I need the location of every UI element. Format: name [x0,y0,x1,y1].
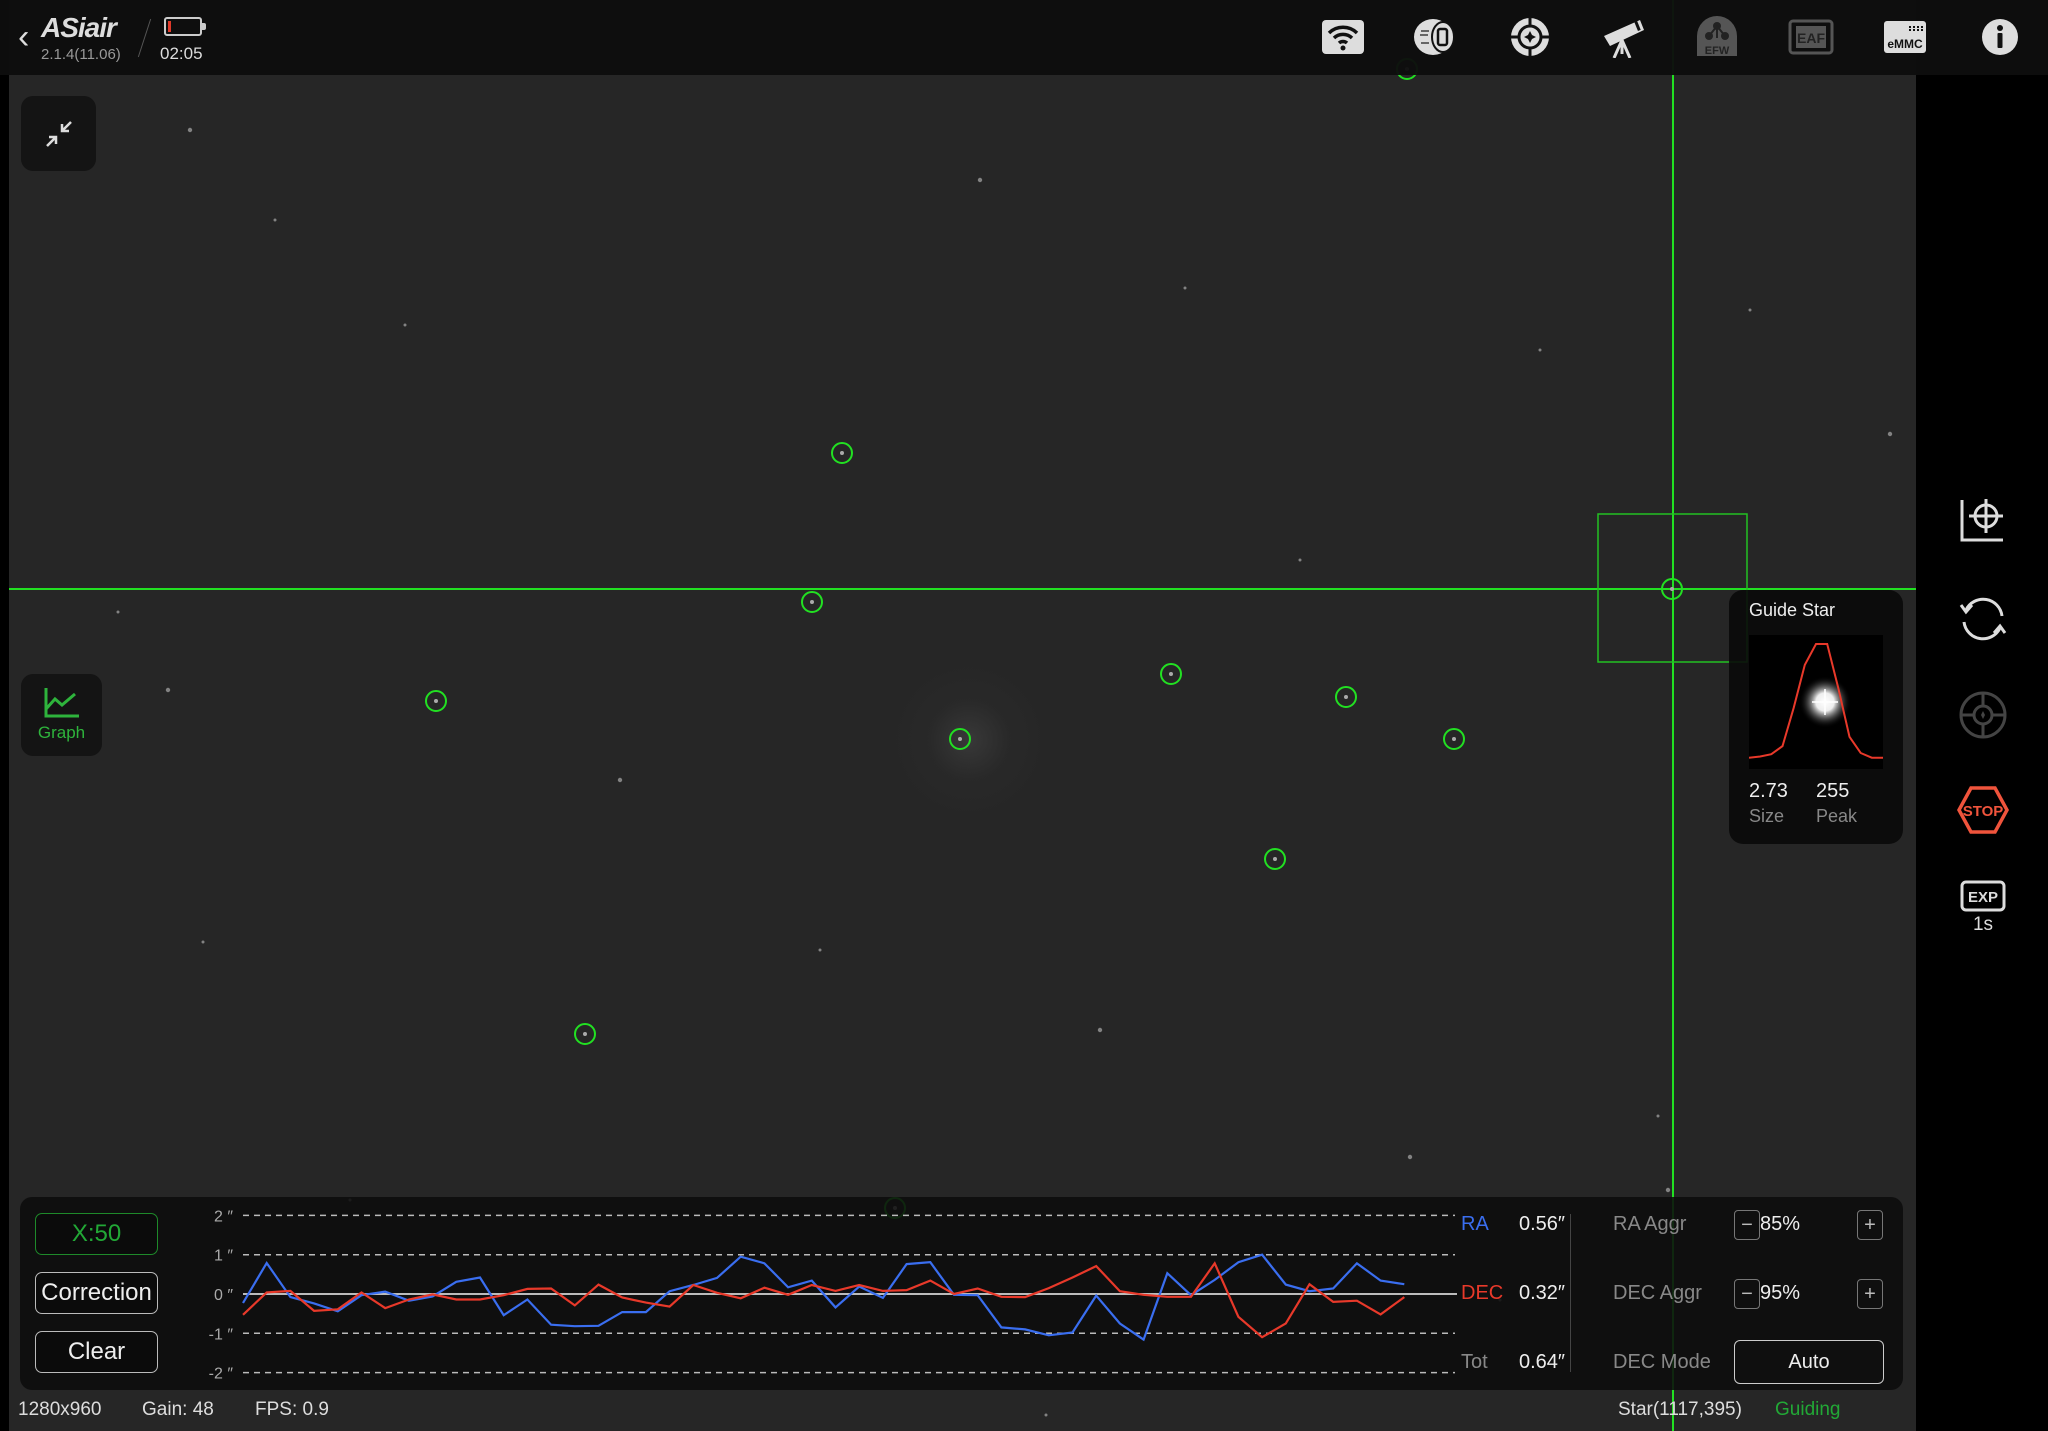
star-position-status: Star(1117,395) [1618,1399,1742,1420]
dec-aggr-value: 95% [1759,1282,1801,1304]
y-tick-label: 1 ″ [214,1248,233,1265]
y-tick-label: -1 ″ [209,1326,234,1343]
dec-aggr-increase-button[interactable]: + [1857,1279,1883,1309]
ra-aggr-increase-button[interactable]: + [1857,1210,1883,1240]
fps-status: FPS: 0.9 [255,1399,329,1420]
tot-label: Tot [1461,1351,1488,1373]
dec-mode-label: DEC Mode [1613,1351,1711,1373]
ra-label-text: RA [1461,1213,1489,1235]
ra-aggr-value: 85% [1759,1213,1801,1235]
ra-aggr-label: RA Aggr [1613,1213,1687,1235]
dec-label-text: DEC [1461,1282,1504,1304]
guiding-state-status: Guiding [1775,1399,1841,1420]
dec-label: DEC [1461,1282,1503,1305]
tot-rms-value: 0.64″ [1519,1351,1566,1373]
resolution-status: 1280x960 [18,1399,102,1420]
ra-rms-value: 0.56″ [1519,1213,1566,1235]
dec-rms-value: 0.32″ [1519,1282,1566,1304]
y-tick-label: -2 ″ [209,1366,234,1383]
dec-mode-select[interactable]: Auto [1734,1340,1884,1384]
y-tick-label: 2 ″ [214,1208,233,1225]
gain-status: Gain: 48 [142,1399,214,1420]
y-tick-label: 0 ″ [214,1287,233,1304]
panel-divider [1570,1214,1571,1372]
ra-label: RA [1461,1213,1489,1236]
dec-aggr-label: DEC Aggr [1613,1282,1702,1304]
